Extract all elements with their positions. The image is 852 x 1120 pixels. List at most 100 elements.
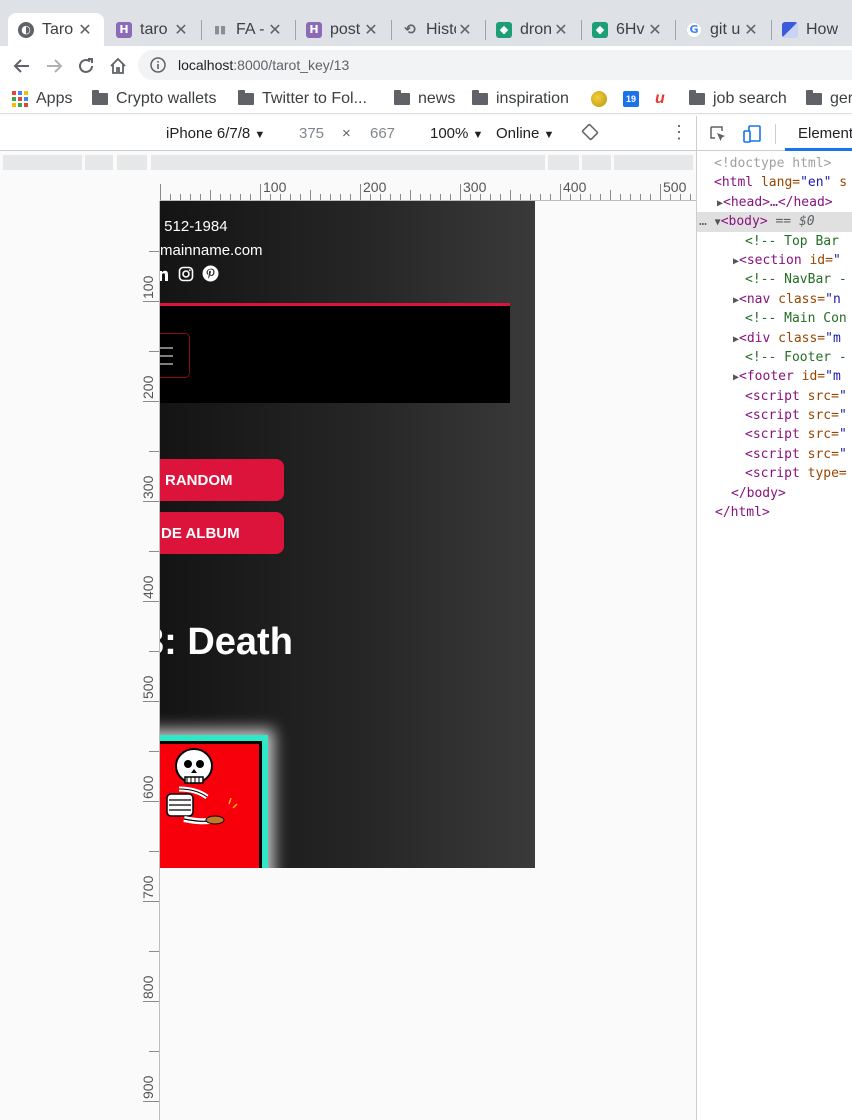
dom-node[interactable]: <script src=" — [697, 406, 852, 425]
tab-7[interactable]: G git u ✕ — [676, 13, 770, 46]
dom-node[interactable]: <script src=" — [697, 387, 852, 406]
ruler-tick — [240, 194, 241, 200]
codepen-icon: ◆ — [496, 21, 512, 38]
ruler-tick — [550, 194, 551, 200]
device-select[interactable]: iPhone 6/7/8 ▼ — [166, 125, 265, 142]
random-card-button[interactable]: RANDOM — [160, 459, 284, 501]
dom-node[interactable]: ▶<head>…</head> — [697, 193, 852, 212]
height-input[interactable]: 667 — [370, 125, 395, 142]
ruler-tick — [360, 184, 361, 200]
ruler-label: 500 — [140, 675, 156, 699]
bookmark-inspiration[interactable]: inspiration — [472, 88, 569, 110]
media-query-segment[interactable] — [117, 155, 147, 170]
ruler-top: 100 200 300 400 500 — [160, 178, 696, 201]
tab-1[interactable]: H taro ✕ — [106, 13, 200, 46]
album-button[interactable]: DE ALBUM — [160, 512, 284, 554]
dom-node-selected[interactable]: … ▼<body> == $0 — [697, 212, 852, 232]
media-query-segment[interactable] — [548, 155, 579, 170]
dom-node[interactable]: ▶<div class="m — [697, 329, 852, 348]
media-query-segment[interactable] — [85, 155, 113, 170]
pinterest-icon[interactable] — [202, 265, 219, 282]
tab-elements[interactable]: Element — [798, 125, 852, 142]
bookmark-calendar[interactable]: 19 — [623, 88, 639, 110]
close-icon[interactable]: ✕ — [552, 20, 570, 39]
back-button[interactable] — [10, 54, 34, 78]
dom-node[interactable]: <script src=" — [697, 425, 852, 444]
bookmark-news[interactable]: news — [394, 88, 455, 110]
media-query-segment[interactable] — [582, 155, 611, 170]
rotate-button[interactable] — [581, 123, 599, 145]
dom-node[interactable]: <!-- NavBar - — [697, 270, 852, 289]
dom-node[interactable]: <!-- Main Con — [697, 309, 852, 328]
dom-node[interactable]: ▶<footer id="m — [697, 367, 852, 386]
close-icon[interactable]: ✕ — [742, 20, 760, 39]
media-query-segment[interactable] — [3, 155, 82, 170]
bookmark-crypto-wallets[interactable]: Crypto wallets — [92, 88, 216, 110]
instagram-icon[interactable] — [177, 265, 194, 282]
forward-button[interactable] — [42, 54, 66, 78]
tab-title: FA - — [236, 20, 265, 38]
dom-node[interactable]: <!-- Top Bar — [697, 232, 852, 251]
bookmark-ball[interactable] — [591, 88, 607, 110]
device-toolbar-toggle[interactable] — [742, 124, 762, 148]
tarot-card[interactable] — [160, 735, 268, 868]
top-bar-email[interactable]: mainname.com — [160, 242, 263, 259]
dom-node[interactable]: <!-- Footer - — [697, 348, 852, 367]
dom-attr-value: " — [838, 446, 847, 462]
width-input[interactable]: 375 — [299, 125, 324, 142]
ruler-label: 900 — [140, 1075, 156, 1099]
info-icon[interactable] — [150, 57, 166, 73]
tab-3[interactable]: H post ✕ — [296, 13, 390, 46]
dom-node[interactable]: </html> — [697, 503, 852, 522]
dom-node[interactable]: <html lang="en" s — [697, 173, 852, 192]
reload-button[interactable] — [74, 54, 98, 78]
close-icon[interactable]: ✕ — [646, 20, 664, 39]
bookmark-job-search[interactable]: job search — [689, 88, 787, 110]
bookmark-label: ger — [830, 90, 852, 107]
tab-5[interactable]: ◆ dron ✕ — [486, 13, 580, 46]
dom-node[interactable]: <script type= — [697, 464, 852, 483]
tab-0[interactable]: ◐ Taro ✕ — [8, 13, 104, 46]
tab-4[interactable]: ⟲ Histo ✕ — [392, 13, 484, 46]
network-select[interactable]: Online ▼ — [496, 125, 554, 142]
ruler-tick — [143, 401, 159, 402]
dom-doctype: <!doctype html> — [714, 156, 832, 171]
more-options-icon[interactable]: ⋮ — [670, 122, 688, 143]
bookmark-ger[interactable]: ger — [806, 88, 852, 110]
ruler-tick — [530, 194, 531, 200]
dom-node[interactable]: </body> — [697, 484, 852, 503]
media-query-segment[interactable] — [614, 155, 693, 170]
ruler-tick — [143, 501, 159, 502]
home-button[interactable] — [106, 54, 130, 78]
tab-6[interactable]: ◆ 6Hv ✕ — [582, 13, 674, 46]
linkedin-icon[interactable] — [160, 265, 169, 282]
ruler-label: 300 — [140, 475, 156, 499]
tab-2[interactable]: ▮▮ FA - ✕ — [202, 13, 294, 46]
menu-toggle-button[interactable] — [160, 333, 190, 378]
device-viewport[interactable]: ) 512-1984 mainname.com RANDOM DE ALBUM … — [160, 201, 535, 868]
tab-8[interactable]: How — [772, 13, 852, 46]
bars-icon: ▮▮ — [213, 23, 227, 36]
close-icon[interactable]: ✕ — [266, 20, 284, 39]
bookmark-apps[interactable]: Apps — [12, 88, 72, 110]
bookmark-u[interactable]: u — [655, 88, 665, 110]
tab-title: post — [330, 20, 361, 38]
bookmark-twitter[interactable]: Twitter to Fol... — [238, 88, 367, 110]
dom-node[interactable]: <!doctype html> — [697, 154, 852, 173]
ruler-tick — [149, 351, 159, 352]
dom-node[interactable]: ▶<section id=" — [697, 251, 852, 270]
close-icon[interactable]: ✕ — [172, 20, 190, 39]
close-icon[interactable]: ✕ — [76, 20, 94, 39]
ruler-tick — [143, 701, 159, 702]
media-query-segment[interactable] — [151, 155, 545, 170]
close-icon[interactable]: ✕ — [456, 20, 474, 39]
inspect-element-button[interactable] — [709, 125, 727, 147]
address-bar[interactable]: localhost:8000/tarot_key/13 — [138, 50, 852, 80]
ellipsis-icon[interactable]: … — [699, 214, 707, 229]
zoom-select[interactable]: 100% ▼ — [430, 125, 483, 142]
dom-node[interactable]: <script src=" — [697, 445, 852, 464]
dom-node[interactable]: ▶<nav class="n — [697, 290, 852, 309]
close-icon[interactable]: ✕ — [362, 20, 380, 39]
tab-title: git u — [710, 20, 741, 38]
top-bar-phone[interactable]: ) 512-1984 — [160, 218, 228, 235]
